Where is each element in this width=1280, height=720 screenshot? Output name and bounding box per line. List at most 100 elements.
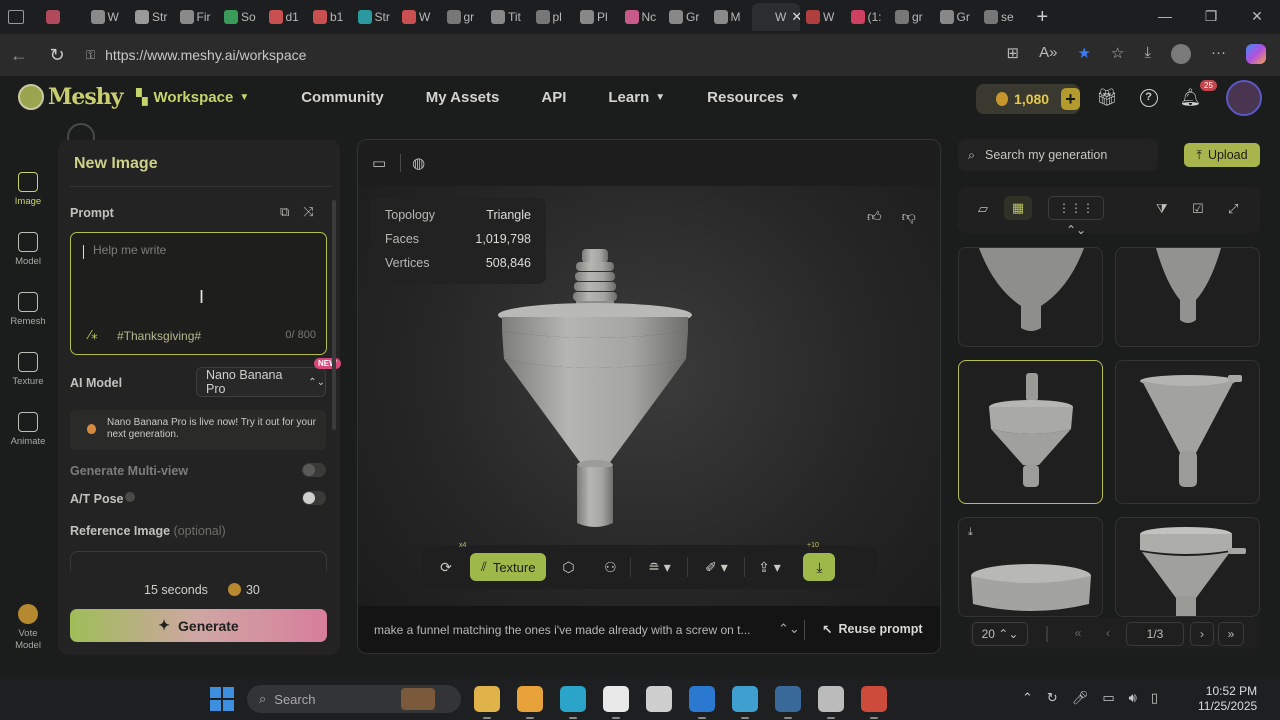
network-icon[interactable]: ▭	[1102, 690, 1114, 706]
battery-icon[interactable]: ▯	[1151, 690, 1158, 706]
nav-api[interactable]: API	[541, 89, 566, 106]
last-page-button[interactable]: »	[1218, 622, 1244, 646]
share-icon[interactable]: ⇪ ▾	[745, 559, 793, 576]
nav-workspace[interactable]: ▚ Workspace ▼	[136, 88, 249, 107]
remesh-icon[interactable]: ⬡	[546, 559, 590, 576]
magic-wand-icon[interactable]: ⁄⁎	[89, 327, 98, 343]
rig-icon[interactable]: ⚇	[590, 559, 630, 576]
browser-tab[interactable]: Str	[352, 3, 397, 31]
first-page-button[interactable]: «	[1066, 618, 1090, 649]
volume-icon[interactable]: 🔊︎	[1129, 690, 1137, 706]
microphone-icon[interactable]: 🎤︎	[1072, 690, 1089, 706]
browser-tab[interactable]: M	[708, 3, 753, 31]
new-tab-button[interactable]: +	[1037, 6, 1049, 29]
regenerate-icon[interactable]: ⟳	[422, 559, 470, 576]
browser-tab[interactable]: gr	[441, 3, 486, 31]
copilot-icon[interactable]	[1246, 44, 1266, 64]
globe-icon[interactable]: ◍	[412, 154, 425, 172]
add-credits-button[interactable]: +	[1061, 88, 1080, 110]
read-aloud-icon[interactable]: A»	[1039, 44, 1057, 64]
funnel-3d-model[interactable]	[496, 247, 694, 529]
favorite-star-icon[interactable]: ★	[1077, 44, 1090, 64]
reference-image-dropzone[interactable]	[70, 551, 327, 571]
bell-icon[interactable]: 🔔︎	[1180, 88, 1202, 108]
expand-prompt-icon[interactable]: ⌃⌄	[778, 621, 800, 637]
amazon-icon[interactable]	[603, 686, 629, 719]
chrome-icon[interactable]	[861, 686, 887, 719]
minimize-button[interactable]: —	[1142, 0, 1188, 34]
app-available-icon[interactable]: ⊞	[1007, 44, 1020, 64]
taskbar-search[interactable]: ⌕ Search	[247, 685, 461, 713]
gift-icon[interactable]: 🎁︎	[1096, 88, 1118, 108]
page-indicator[interactable]: 1/3	[1126, 622, 1184, 646]
edge-icon[interactable]	[560, 686, 586, 719]
shuffle-icon[interactable]: ⤨	[303, 204, 313, 220]
browser-tab[interactable]: Tit	[485, 3, 530, 31]
generation-card[interactable]	[1115, 360, 1260, 504]
favorites-icon[interactable]: ☆	[1111, 44, 1124, 64]
nav-my-assets[interactable]: My Assets	[426, 89, 500, 106]
browser-tab[interactable]: se	[978, 3, 1023, 31]
browser-tab[interactable]: Str	[129, 3, 174, 31]
generation-card[interactable]	[1115, 517, 1260, 617]
download-button[interactable]: ⤓	[803, 553, 836, 581]
browser-tab[interactable]: d1	[263, 3, 308, 31]
expand-icon[interactable]: ⤢	[1228, 201, 1238, 217]
user-avatar[interactable]	[1226, 80, 1262, 116]
select-checkbox-icon[interactable]: ☑	[1192, 201, 1204, 217]
generate-button[interactable]: ✦ Generate	[70, 609, 327, 642]
windows-start-icon[interactable]	[210, 687, 234, 711]
ai-model-select[interactable]: Nano Banana Pro ⌃⌄	[196, 367, 326, 397]
prev-page-button[interactable]: ‹	[1096, 618, 1120, 649]
tab-actions-icon[interactable]	[8, 10, 24, 24]
prompt-tag[interactable]: #Thanksgiving#	[117, 329, 201, 343]
profile-avatar[interactable]	[1171, 44, 1191, 64]
grid-density-select[interactable]: ⋮⋮⋮ ⌃⌄	[1048, 196, 1104, 237]
store-icon[interactable]	[517, 686, 543, 719]
bolt-app-icon[interactable]	[646, 686, 672, 712]
pose-toggle[interactable]	[302, 491, 326, 505]
close-tab-icon[interactable]: ✕	[791, 9, 800, 25]
grid-view-icon[interactable]: ▦	[1004, 196, 1032, 220]
browser-tab[interactable]: W	[85, 3, 130, 31]
filter-icon[interactable]: ⧩	[1156, 201, 1168, 217]
site-info-icon[interactable]: ⚿	[86, 48, 95, 63]
nav-resources[interactable]: Resources ▼	[707, 89, 800, 106]
prompt-input[interactable]	[93, 243, 293, 257]
steam-icon[interactable]	[775, 686, 801, 719]
help-icon[interactable]: ?	[1139, 89, 1158, 107]
notepad-icon[interactable]	[732, 686, 758, 719]
style-brush-icon[interactable]: ✐ ▾	[688, 559, 744, 576]
info-icon[interactable]	[125, 492, 135, 502]
panel-scrollbar[interactable]	[332, 200, 336, 430]
nav-community[interactable]: Community	[301, 89, 384, 106]
browser-tab[interactable]: Fir	[174, 3, 219, 31]
reuse-prompt-button[interactable]: ↖ Reuse prompt	[822, 622, 923, 637]
generation-card[interactable]: ⤓	[958, 517, 1103, 617]
more-options-icon[interactable]: ···	[1211, 44, 1226, 64]
rail-item-texture[interactable]: Texture	[0, 352, 56, 412]
folder-icon[interactable]: ▱	[978, 201, 988, 217]
clock[interactable]: 10:52 PM 11/25/2025	[1198, 684, 1257, 714]
adjust-icon[interactable]: ≘ ▾	[631, 559, 687, 576]
credits-balance[interactable]: 1,080 +	[976, 84, 1080, 114]
download-icon[interactable]: ⤓	[968, 526, 973, 539]
browser-tab[interactable]: (1:	[845, 3, 890, 31]
rail-item-model[interactable]: Model	[0, 232, 56, 292]
rail-item-remesh[interactable]: Remesh	[0, 292, 56, 352]
multiview-toggle[interactable]	[302, 463, 326, 477]
refresh-icon[interactable]: ↻	[44, 45, 70, 66]
next-page-button[interactable]: ›	[1190, 622, 1214, 646]
vote-model-button[interactable]: Vote Model	[0, 604, 56, 652]
browser-tab[interactable]: Gr	[934, 3, 979, 31]
translate-icon[interactable]: ⧉	[280, 204, 289, 220]
nav-learn[interactable]: Learn ▼	[608, 89, 665, 106]
sync-icon[interactable]: ↻	[1047, 690, 1058, 706]
outlook-icon[interactable]	[689, 686, 715, 719]
upload-button[interactable]: ⤒ Upload	[1184, 143, 1260, 167]
search-box[interactable]: ⌕	[958, 139, 1158, 171]
browser-tab[interactable]: W	[800, 3, 845, 31]
texture-button[interactable]: ⫽ Texture	[470, 553, 547, 581]
back-icon[interactable]: ←	[6, 45, 32, 66]
generation-card-selected[interactable]	[958, 360, 1103, 504]
